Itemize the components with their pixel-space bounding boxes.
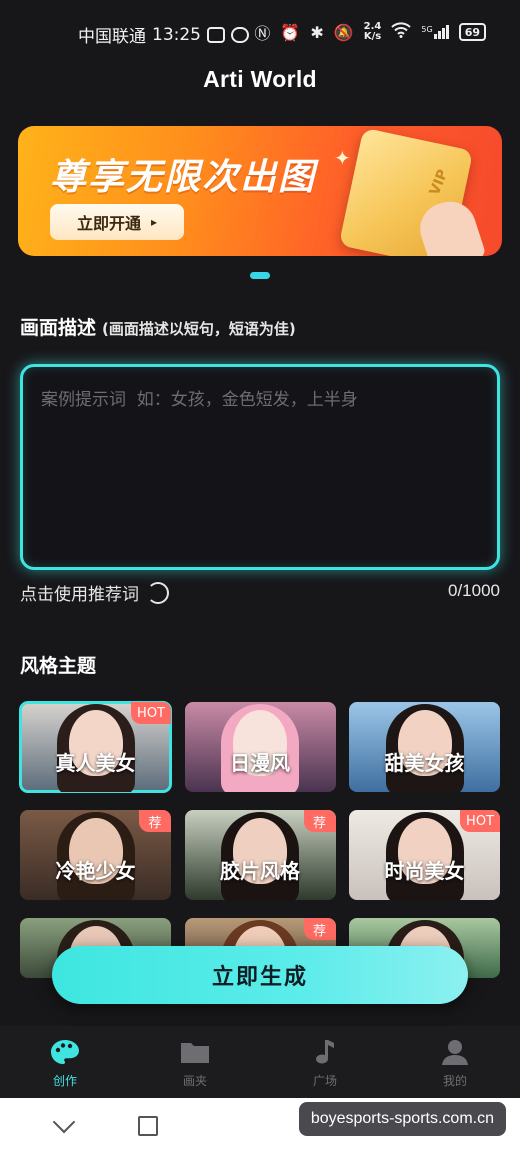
style-badge: 荐 [303, 918, 336, 940]
generate-button[interactable]: 立即生成 [52, 946, 468, 1004]
signal-icon: 5G [421, 25, 449, 39]
style-card[interactable]: 时尚美女 HOT [349, 810, 500, 900]
user-icon [439, 1038, 471, 1066]
status-bar: 中国联通 13:25 Ⓝ ⏰ ✱ 🔕 2.4 K/s 5G 69 [0, 0, 520, 62]
tab-folder[interactable]: 画夹 [130, 1026, 260, 1098]
carrier-label: 中国联通 [78, 27, 146, 47]
char-counter: 0/1000 [448, 581, 500, 600]
notification-bot-icon [231, 26, 249, 43]
arrow-right-icon: ▸ [150, 215, 158, 229]
tab-label: 创作 [52, 1074, 77, 1088]
recents-square-icon[interactable] [138, 1116, 158, 1136]
banner-headline: 尊享无限次出图 [50, 157, 317, 198]
style-card[interactable]: 冷艳少女 荐 [20, 810, 171, 900]
notification-app-icon [207, 26, 225, 43]
bottom-tab-bar: 创作 画夹 广场 我的 [0, 1026, 520, 1098]
tab-palette[interactable]: 创作 [0, 1026, 130, 1098]
description-hint: (画面描述以短句，短语为佳) [102, 320, 296, 338]
generate-label: 立即生成 [211, 965, 308, 990]
refresh-icon[interactable] [147, 581, 169, 604]
app-title: Arti World [203, 66, 317, 92]
bluetooth-icon: ✱ [310, 22, 324, 42]
banner-page-indicator [250, 272, 270, 279]
wifi-icon [391, 22, 412, 42]
alarm-icon: ⏰ [280, 22, 301, 42]
tab-user[interactable]: 我的 [390, 1026, 520, 1098]
tab-label: 我的 [442, 1074, 467, 1088]
palette-icon [49, 1038, 81, 1066]
battery-icon: 69 [458, 23, 486, 41]
status-left: 中国联通 13:25 [78, 22, 249, 47]
style-card[interactable]: 真人美女 HOT [19, 701, 172, 793]
mute-icon: 🔕 [333, 22, 354, 42]
folder-icon [179, 1038, 211, 1066]
open-vip-label: 立即开通 [76, 214, 141, 233]
style-badge: HOT [131, 702, 171, 724]
sparkle-icon: ✦ [334, 146, 351, 170]
back-chevron-icon[interactable] [52, 1110, 76, 1134]
style-card-label: 时尚美女 [384, 859, 465, 883]
style-card-label: 日漫风 [230, 751, 290, 775]
network-speed-unit: K/s [363, 31, 382, 42]
style-card-label: 冷艳少女 [55, 859, 136, 883]
vip-card-label: VIP [426, 167, 452, 198]
suggestion-label: 点击使用推荐词 [20, 585, 139, 605]
style-card-label: 胶片风格 [220, 859, 300, 883]
description-title-row: 画面描述 (画面描述以短句，短语为佳) [20, 313, 296, 340]
nfc-icon: Ⓝ [254, 24, 271, 43]
tab-label: 画夹 [182, 1074, 207, 1088]
style-card[interactable]: 日漫风 [184, 702, 336, 792]
styles-title: 风格主题 [20, 655, 97, 677]
vip-banner[interactable]: 尊享无限次出图 立即开通 ▸ ✦ VIP [18, 126, 502, 256]
style-badge: HOT [460, 810, 500, 832]
prompt-input[interactable] [23, 367, 497, 567]
style-card-label: 真人美女 [55, 751, 136, 775]
tab-music-note[interactable]: 广场 [260, 1026, 390, 1098]
signal-label: 5G [421, 25, 433, 34]
tab-label: 广场 [312, 1074, 337, 1088]
style-badge: 荐 [139, 810, 171, 832]
style-badge: 荐 [303, 810, 336, 832]
prompt-box [20, 364, 500, 570]
network-speed: 2.4 K/s [364, 22, 382, 42]
style-card[interactable]: 甜美女孩 [349, 702, 500, 792]
clock: 13:25 [152, 24, 201, 45]
style-card-label: 甜美女孩 [384, 751, 465, 775]
style-grid: 真人美女 HOT 日漫风 甜美女孩 冷艳少女荐胶片风格荐时尚美女 HOT 荐 [19, 701, 500, 978]
description-title: 画面描述 [20, 317, 97, 339]
battery-level: 69 [464, 25, 480, 39]
watermark: boyesports-sports.com.cn [298, 1102, 506, 1136]
music-note-icon [309, 1038, 341, 1066]
style-card[interactable]: 胶片风格 荐 [184, 810, 336, 900]
status-right: Ⓝ ⏰ ✱ 🔕 2.4 K/s 5G 69 [254, 20, 486, 44]
open-vip-button[interactable]: 立即开通 ▸ [50, 204, 184, 240]
use-suggestion-button[interactable]: 点击使用推荐词 [20, 580, 169, 605]
